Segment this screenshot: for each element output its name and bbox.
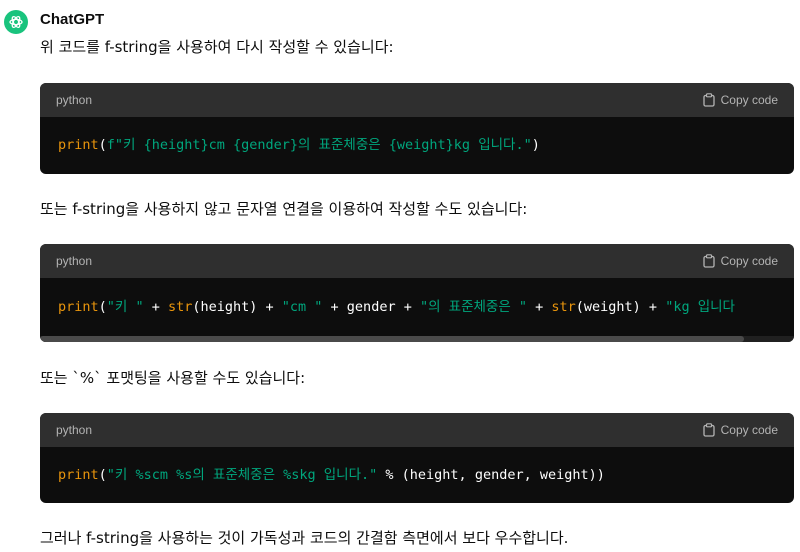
code-line: print("키 %scm %s의 표준체중은 %skg 입니다." % (he… — [40, 447, 794, 503]
paragraph-2: 또는 f-string을 사용하지 않고 문자열 연결을 이용하여 작성할 수도… — [40, 200, 528, 218]
paragraph-4: 그러나 f-string을 사용하는 것이 가독성과 코드의 간결함 측면에서 … — [40, 529, 569, 547]
code-token: + — [527, 299, 552, 315]
code-token: "키 " — [106, 299, 144, 315]
code-token: "키 %scm %s의 표준체중은 %skg 입니다." — [106, 467, 378, 483]
code-line: print(f"키 {height}cm {gender}의 표준체중은 {we… — [40, 117, 794, 174]
code-token: % (height, gender, weight)) — [377, 467, 605, 483]
code-token: (weight) + — [575, 299, 666, 315]
code-header: python Copy code — [40, 413, 794, 447]
code-block-2: python Copy code print("키 " + str(height… — [40, 244, 794, 342]
code-token: "cm " — [281, 299, 323, 315]
code-header: python Copy code — [40, 83, 794, 117]
clipboard-icon — [702, 254, 715, 268]
code-block-3: python Copy code print("키 %scm %s의 표준체중은… — [40, 413, 794, 503]
copy-code-button[interactable]: Copy code — [702, 423, 778, 437]
scrollbar-thumb[interactable] — [40, 336, 744, 342]
author-name: ChatGPT — [40, 11, 105, 28]
code-token: + — [143, 299, 168, 315]
code-token: ( — [98, 467, 107, 483]
openai-logo-icon — [9, 15, 23, 29]
copy-code-button[interactable]: Copy code — [702, 93, 778, 107]
code-token: ) — [531, 137, 540, 153]
paragraph-1: 위 코드를 f-string을 사용하여 다시 작성할 수 있습니다: — [40, 38, 394, 56]
copy-code-label: Copy code — [720, 93, 778, 107]
copy-code-label: Copy code — [720, 423, 778, 437]
code-header: python Copy code — [40, 244, 794, 278]
copy-code-label: Copy code — [720, 254, 778, 268]
code-token: ( — [98, 299, 107, 315]
code-token: str — [551, 299, 576, 315]
code-block-1: python Copy code print(f"키 {height}cm {g… — [40, 83, 794, 174]
code-token: "kg 입니다 — [665, 299, 735, 315]
code-language-label: python — [56, 254, 93, 268]
copy-code-button[interactable]: Copy code — [702, 254, 778, 268]
code-token: print — [58, 137, 99, 153]
code-token: ( — [98, 137, 107, 153]
horizontal-scrollbar[interactable] — [40, 336, 794, 342]
clipboard-icon — [702, 423, 715, 437]
code-language-label: python — [56, 423, 93, 437]
code-token: + gender + — [322, 299, 420, 315]
code-token: "의 표준체중은 " — [419, 299, 527, 315]
code-language-label: python — [56, 93, 93, 107]
paragraph-3: 또는 `%` 포맷팅을 사용할 수도 있습니다: — [40, 369, 306, 387]
code-line: print("키 " + str(height) + "cm " + gende… — [40, 278, 794, 336]
clipboard-icon — [702, 93, 715, 107]
chatgpt-avatar-icon — [4, 10, 28, 34]
code-token: f"키 {height}cm {gender}의 표준체중은 {weight}k… — [106, 137, 532, 153]
code-token: print — [58, 467, 99, 483]
code-token: (height) + — [192, 299, 282, 315]
code-token: print — [58, 299, 99, 315]
code-token: str — [167, 299, 193, 315]
